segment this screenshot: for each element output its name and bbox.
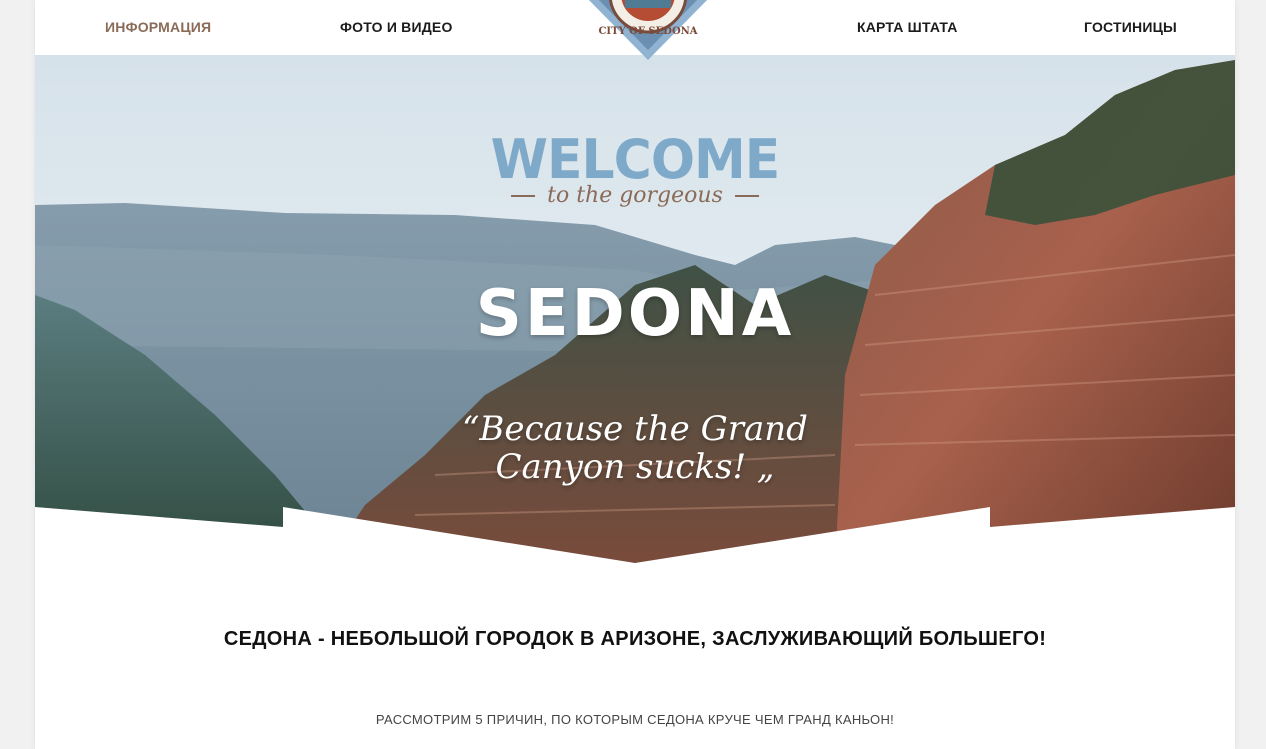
hero-quote-line1: “Because the Grand bbox=[462, 409, 808, 449]
tagline-dash-left bbox=[511, 195, 536, 197]
nav-item-state-map[interactable]: КАРТА ШТАТА bbox=[857, 19, 958, 35]
hero-quote: “Because the Grand Canyon sucks! „ bbox=[35, 410, 1235, 486]
hero-title: SEDONA bbox=[475, 277, 795, 351]
svg-text:CITY OF SEDONA: CITY OF SEDONA bbox=[598, 26, 697, 37]
page: ИНФОРМАЦИЯ ФОТО И ВИДЕО КАРТА ШТАТА ГОСТ… bbox=[35, 0, 1235, 749]
city-of-sedona-logo[interactable]: CITY OF SEDONA bbox=[583, 0, 713, 62]
nav-item-info[interactable]: ИНФОРМАЦИЯ bbox=[105, 19, 211, 35]
nav-item-hotels[interactable]: ГОСТИНИЦЫ bbox=[1084, 19, 1177, 35]
tagline-text: to the gorgeous bbox=[547, 183, 723, 208]
nav-item-photo-video[interactable]: ФОТО И ВИДЕО bbox=[340, 19, 453, 35]
page-headline: СЕДОНА - НЕБОЛЬШОЙ ГОРОДОК В АРИЗОНЕ, ЗА… bbox=[223, 628, 1047, 650]
hero-banner: WELCOME to the gorgeous SEDONA “Because … bbox=[35, 55, 1235, 565]
tagline-dash-right bbox=[734, 195, 759, 197]
page-subline: РАССМОТРИМ 5 ПРИЧИН, ПО КОТОРЫМ СЕДОНА К… bbox=[375, 712, 895, 727]
hero-tagline: to the gorgeous bbox=[35, 183, 1235, 208]
hero-quote-line2: Canyon sucks! „ bbox=[495, 447, 775, 487]
